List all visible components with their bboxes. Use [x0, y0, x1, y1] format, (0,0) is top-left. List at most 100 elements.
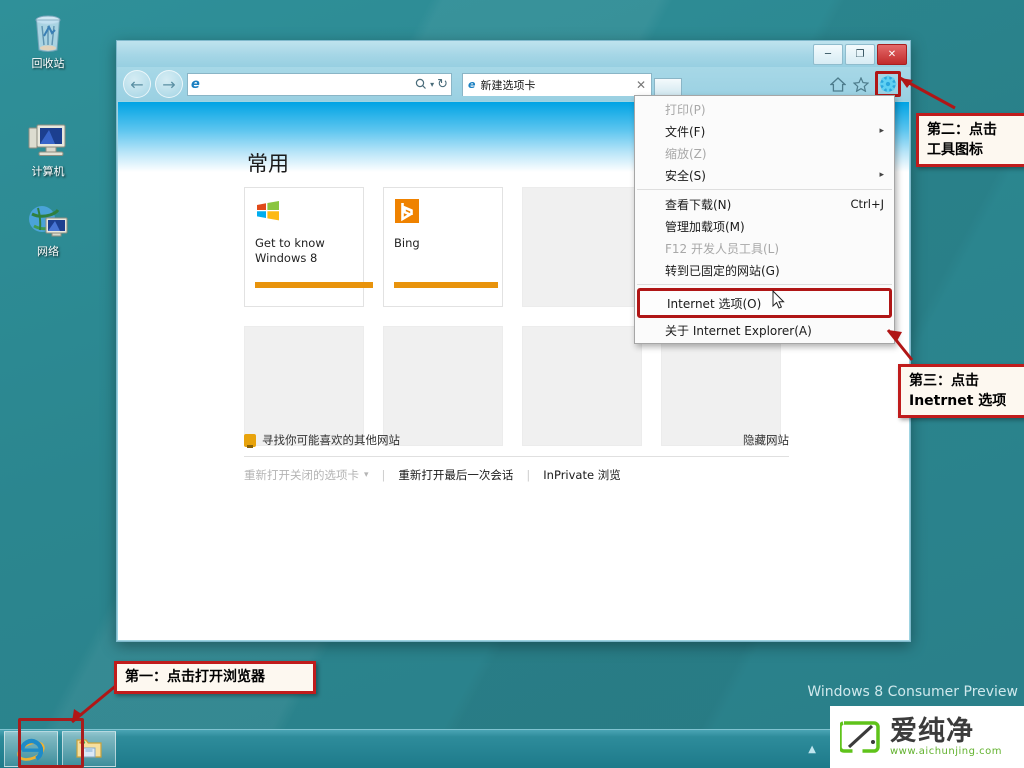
home-icon[interactable] — [830, 77, 846, 92]
annotation-step-2-line-1: 第二：点击 — [927, 120, 1019, 140]
new-tab-button[interactable] — [654, 78, 682, 96]
menu-item-label: 文件(F) — [665, 123, 705, 140]
tile-empty[interactable] — [522, 326, 642, 446]
search-icon[interactable] — [415, 78, 427, 90]
minimize-button[interactable]: ─ — [813, 44, 843, 65]
menu-item-label: 打印(P) — [665, 101, 706, 118]
tile-get-to-know-windows8[interactable]: Get to knowWindows 8 — [244, 187, 364, 307]
menu-item-label: 关于 Internet Explorer(A) — [665, 322, 812, 339]
favorites-star-icon[interactable] — [853, 77, 869, 92]
annotation-step-1-line-1: 第一：点击打开浏览器 — [125, 668, 305, 687]
tile-accent-bar — [255, 282, 373, 288]
computer-icon — [8, 116, 88, 162]
annotation-step-1: 第一：点击打开浏览器 — [114, 661, 316, 694]
reopen-chevron-down-icon[interactable]: ▾ — [364, 470, 369, 480]
bing-logo-icon — [394, 198, 420, 224]
tile-empty[interactable] — [244, 326, 364, 446]
tile-empty[interactable] — [522, 187, 642, 307]
link-separator: | — [526, 468, 530, 482]
tile-label: Get to knowWindows 8 — [255, 236, 353, 266]
refresh-icon[interactable]: ↻ — [437, 77, 448, 92]
window-titlebar[interactable]: ─ ❐ ✕ — [117, 41, 910, 67]
recycle-bin-icon — [8, 8, 88, 54]
menu-item-label: 缩放(Z) — [665, 145, 707, 162]
window-controls: ─ ❐ ✕ — [813, 44, 907, 65]
windows-logo-icon — [255, 198, 281, 224]
reopen-closed-tab-link[interactable]: 重新打开关闭的选项卡 — [244, 467, 359, 483]
logo-text: 爱纯净 — [890, 718, 1002, 746]
chevron-down-icon[interactable]: ▾ — [430, 80, 434, 89]
tray-expand-icon[interactable]: ▲ — [808, 744, 816, 755]
submenu-arrow-icon: ▸ — [879, 126, 884, 136]
tab-favicon-icon: e — [468, 79, 475, 90]
ie-logo-icon: e — [191, 78, 200, 91]
menu-item-print: 打印(P) — [635, 98, 894, 120]
tab-title: 新建选项卡 — [480, 77, 535, 93]
menu-item-label: 安全(S) — [665, 167, 706, 184]
address-input[interactable] — [203, 77, 412, 92]
reopen-last-session-link[interactable]: 重新打开最后一次会话 — [398, 467, 513, 483]
find-sites-link[interactable]: 寻找你可能喜欢的其他网站 — [262, 432, 400, 448]
back-button[interactable]: ← — [123, 70, 151, 98]
hide-sites-link[interactable]: 隐藏网站 — [743, 432, 789, 448]
site-logo-watermark: 爱纯净 www.aichunjing.com — [830, 706, 1024, 768]
menu-item-label: 管理加载项(M) — [665, 218, 745, 235]
mouse-cursor — [772, 290, 785, 309]
desktop-icon-network[interactable]: 网络 — [8, 196, 88, 258]
inprivate-browsing-link[interactable]: InPrivate 浏览 — [543, 467, 620, 483]
maximize-button[interactable]: ❐ — [845, 44, 875, 65]
menu-item-internet-options[interactable]: Internet 选项(O) — [637, 288, 892, 318]
tab-new-tab[interactable]: e 新建选项卡 ✕ — [462, 73, 652, 96]
forward-button[interactable]: → — [155, 70, 183, 98]
annotation-step-3: 第三：点击 Inetrnet 选项 — [898, 364, 1024, 418]
desktop-icon-computer[interactable]: 计算机 — [8, 116, 88, 178]
page-title: 常用 — [247, 148, 289, 178]
lightbulb-icon — [244, 434, 256, 447]
link-separator: | — [382, 468, 386, 482]
menu-item-file[interactable]: 文件(F) ▸ — [635, 120, 894, 142]
menu-item-zoom: 缩放(Z) — [635, 142, 894, 164]
menu-item-label: 转到已固定的网站(G) — [665, 262, 780, 279]
menu-separator — [637, 189, 892, 190]
menu-item-shortcut: Ctrl+J — [851, 197, 885, 211]
desktop-icon-label: 计算机 — [8, 165, 88, 178]
taskbar-ie-highlight-box — [18, 718, 84, 768]
menu-item-about-internet-explorer[interactable]: 关于 Internet Explorer(A) — [635, 319, 894, 341]
network-icon — [8, 196, 88, 242]
tools-button[interactable] — [876, 72, 900, 96]
tile-accent-bar — [394, 282, 498, 288]
tab-close-icon[interactable]: ✕ — [636, 78, 646, 92]
logo-url: www.aichunjing.com — [890, 746, 1002, 757]
annotation-step-3-line-1: 第三：点击 — [909, 371, 1021, 391]
menu-item-f12-developer-tools: F12 开发人员工具(L) — [635, 237, 894, 259]
menu-item-safety[interactable]: 安全(S) ▸ — [635, 164, 894, 186]
session-links-row: 重新打开关闭的选项卡 ▾ | 重新打开最后一次会话 | InPrivate 浏览 — [244, 457, 789, 483]
windows-preview-watermark: Windows 8 Consumer Preview — [807, 684, 1018, 700]
menu-item-label: F12 开发人员工具(L) — [665, 240, 779, 257]
desktop-icon-label: 网络 — [8, 245, 88, 258]
annotation-step-2: 第二：点击 工具图标 — [916, 113, 1024, 167]
annotation-step-3-line-2: Inetrnet 选项 — [909, 391, 1021, 411]
tools-dropdown-menu: 打印(P) 文件(F) ▸ 缩放(Z) 安全(S) ▸ 查看下载(N) Ctrl… — [634, 95, 895, 344]
address-bar-tools: ▾ ↻ — [415, 77, 448, 92]
toolbar-right-icons — [830, 72, 904, 96]
desktop-icon-recycle-bin[interactable]: 回收站 — [8, 8, 88, 70]
tools-highlight-box — [875, 71, 901, 97]
find-sites-row: 寻找你可能喜欢的其他网站 隐藏网站 — [244, 432, 789, 457]
menu-item-view-downloads[interactable]: 查看下载(N) Ctrl+J — [635, 193, 894, 215]
menu-separator — [637, 284, 892, 285]
close-button[interactable]: ✕ — [877, 44, 907, 65]
submenu-arrow-icon: ▸ — [879, 170, 884, 180]
annotation-step-2-line-2: 工具图标 — [927, 140, 1019, 160]
menu-item-label: Internet 选项(O) — [667, 295, 761, 312]
address-bar[interactable]: e ▾ ↻ — [187, 73, 452, 96]
menu-item-manage-addons[interactable]: 管理加载项(M) — [635, 215, 894, 237]
tile-label: Bing — [394, 236, 492, 251]
menu-item-go-to-pinned-site[interactable]: 转到已固定的网站(G) — [635, 259, 894, 281]
tab-strip: e 新建选项卡 ✕ — [462, 73, 682, 96]
tile-empty[interactable] — [661, 326, 781, 446]
page-footer-links: 寻找你可能喜欢的其他网站 隐藏网站 重新打开关闭的选项卡 ▾ | 重新打开最后一… — [244, 432, 789, 483]
tile-bing[interactable]: Bing — [383, 187, 503, 307]
tile-empty[interactable] — [383, 326, 503, 446]
aichunjing-logo-icon — [840, 717, 884, 757]
